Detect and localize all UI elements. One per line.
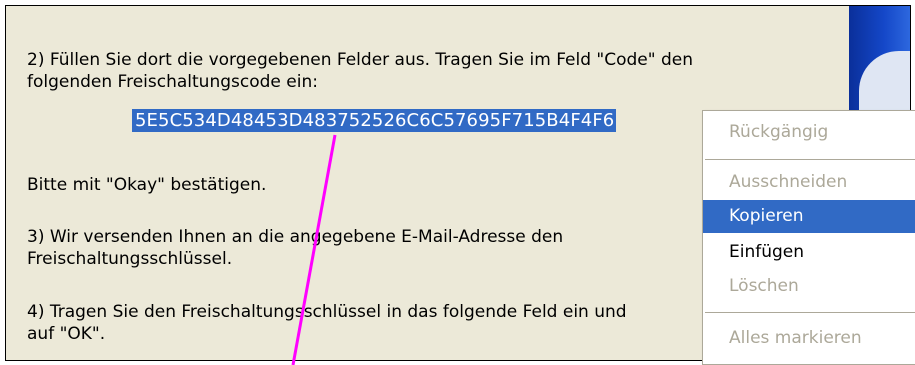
menu-item-cut[interactable]: Ausschneiden xyxy=(703,166,915,199)
activation-code-selected[interactable]: 5E5C534D48453D483752526C6C57695F715B4F4F… xyxy=(132,109,617,132)
menu-item-copy[interactable]: Kopieren xyxy=(703,200,915,233)
menu-item-select-all[interactable]: Alles markieren xyxy=(703,322,915,355)
menu-separator xyxy=(705,159,915,160)
menu-item-delete[interactable]: Löschen xyxy=(703,270,915,303)
step2-line2: folgenden Freischaltungscode ein: xyxy=(27,72,318,92)
menu-item-paste[interactable]: Einfügen xyxy=(703,236,915,269)
activation-code-field[interactable]: 5E5C534D48453D483752526C6C57695F715B4F4F… xyxy=(132,109,617,132)
confirm-text: Bitte mit "Okay" bestätigen. xyxy=(27,175,267,195)
step4-line2: auf "OK". xyxy=(27,324,106,344)
step2-line1: 2) Füllen Sie dort die vorgegebenen Feld… xyxy=(27,50,694,70)
step3-line2: Freischaltungsschlüssel. xyxy=(27,249,233,269)
context-menu[interactable]: Rückgängig Ausschneiden Kopieren Einfüge… xyxy=(702,110,915,365)
step4-line1: 4) Tragen Sie den Freischaltungsschlüsse… xyxy=(27,302,627,322)
step3-line1: 3) Wir versenden Ihnen an die angegebene… xyxy=(27,227,564,247)
menu-separator xyxy=(705,312,915,313)
menu-item-undo[interactable]: Rückgängig xyxy=(703,116,915,149)
